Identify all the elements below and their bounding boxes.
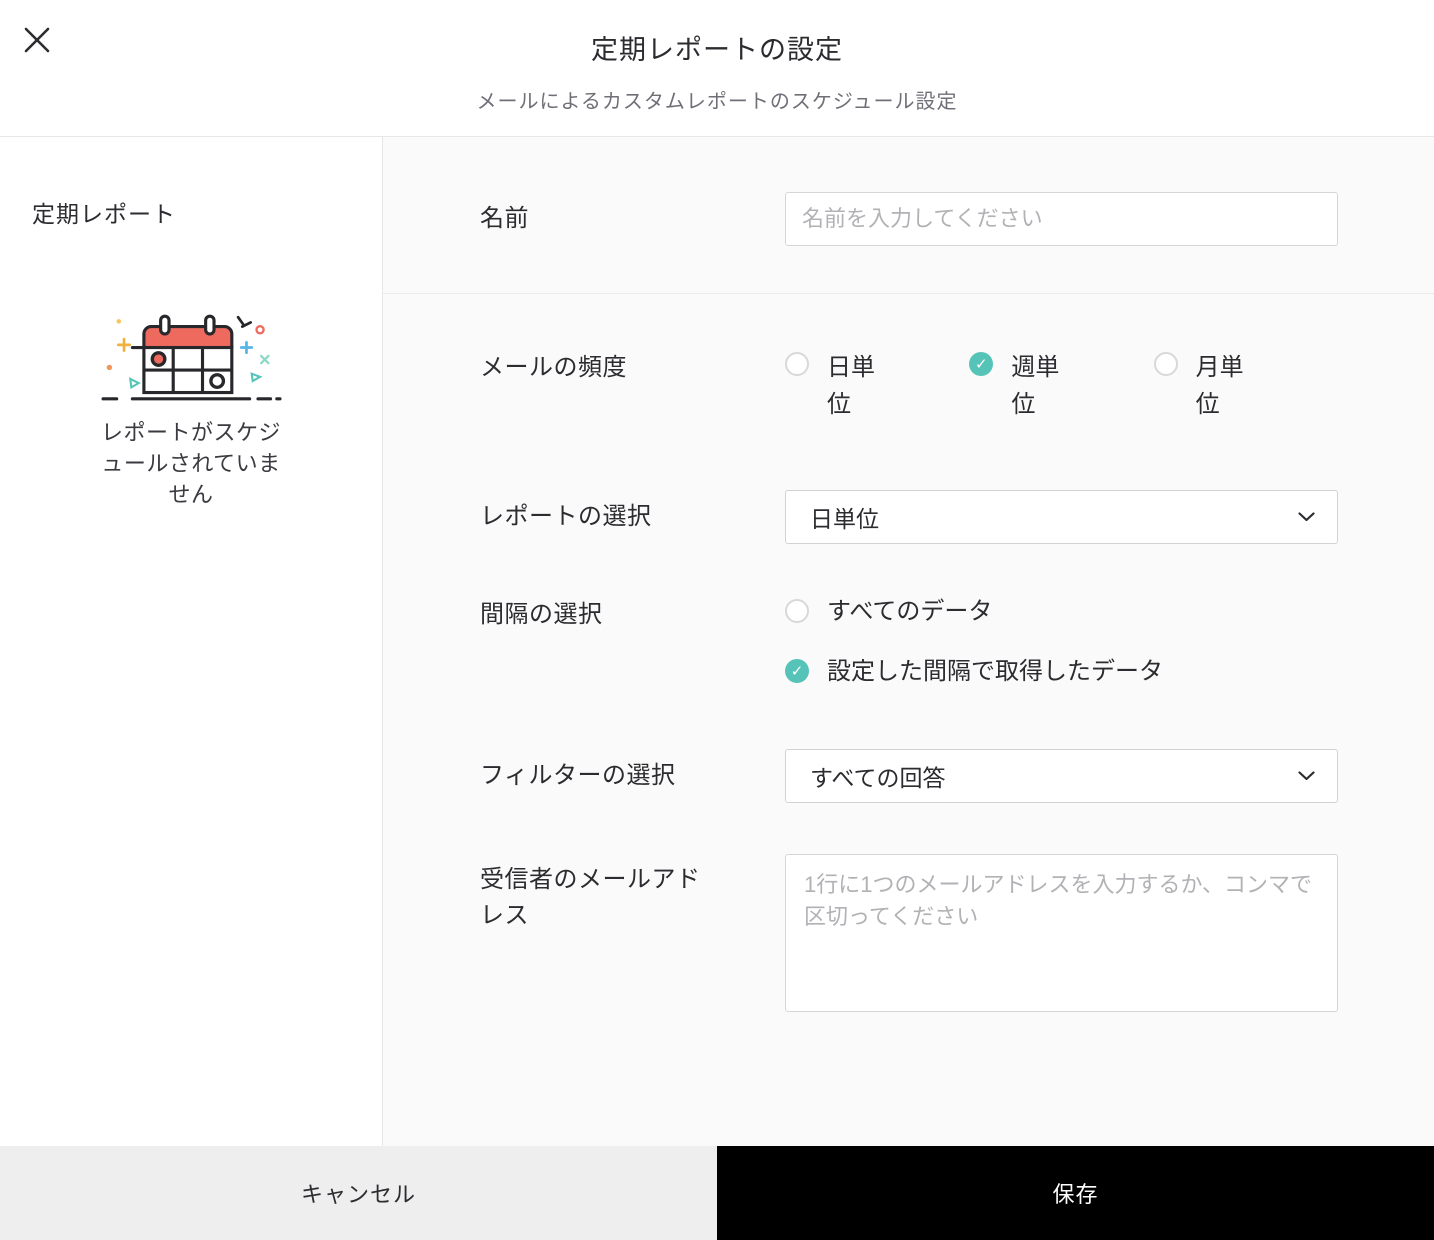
email-frequency-row: メールの頻度 日単位 ✓ 週単位 月単位	[383, 349, 1434, 423]
frequency-option-monthly[interactable]: 月単位	[1153, 349, 1338, 423]
empty-state: レポートがスケジュールされていません	[0, 313, 382, 510]
email-frequency-label: メールの頻度	[480, 354, 627, 381]
recipients-row: 受信者のメールアドレス	[383, 854, 1434, 1017]
dialog-body: 定期レポート レポートがスケジュールされていません 名前 名前を入力してください…	[0, 137, 1434, 1146]
save-button[interactable]: 保存	[717, 1146, 1434, 1240]
radio-unchecked-icon[interactable]	[1153, 352, 1178, 376]
filter-select[interactable]: すべての回答	[785, 749, 1338, 803]
interval-select-label: 間隔の選択	[480, 601, 603, 628]
radio-checked-icon[interactable]: ✓	[969, 352, 994, 376]
recipients-label: 受信者のメールアドレス	[480, 866, 701, 929]
name-label: 名前	[480, 205, 529, 232]
report-select-label: レポートの選択	[480, 503, 652, 530]
name-input[interactable]	[785, 192, 1338, 246]
dialog-subtitle: メールによるカスタムレポートのスケジュール設定	[476, 91, 958, 113]
dialog-footer: キャンセル 保存	[0, 1146, 1434, 1240]
cancel-button[interactable]: キャンセル	[0, 1146, 717, 1240]
dialog-title: 定期レポートの設定	[591, 35, 843, 65]
filter-select-value: すべての回答	[810, 765, 946, 791]
sidebar-title: 定期レポート	[32, 201, 176, 227]
radio-checked-icon[interactable]: ✓	[785, 659, 809, 683]
report-select-value: 日単位	[810, 506, 879, 532]
interval-radio-group: すべてのデータ ✓ 設定した間隔で取得したデータ	[785, 597, 1338, 687]
scheduled-report-settings-dialog: 定期レポートの設定 メールによるカスタムレポートのスケジュール設定 定期レポート	[0, 0, 1434, 1240]
interval-option-range-data[interactable]: ✓ 設定した間隔で取得したデータ	[785, 657, 1338, 687]
chevron-down-icon	[1298, 771, 1315, 781]
interval-option-all-data[interactable]: すべてのデータ	[785, 597, 1338, 627]
report-settings-form: 名前 メールの頻度 日単位 ✓ 週単位	[383, 137, 1434, 1146]
frequency-option-daily[interactable]: 日単位	[785, 349, 969, 423]
filter-select-row: フィルターの選択 すべての回答	[383, 749, 1434, 803]
interval-select-row: 間隔の選択 すべてのデータ ✓ 設定した間隔で取得したデータ	[383, 597, 1434, 687]
radio-unchecked-icon[interactable]	[785, 599, 809, 623]
close-icon[interactable]	[22, 24, 54, 56]
empty-state-message: レポートがスケジュールされていません	[100, 420, 281, 507]
frequency-option-weekly[interactable]: ✓ 週単位	[969, 349, 1153, 423]
radio-unchecked-icon[interactable]	[785, 352, 809, 376]
chevron-down-icon	[1298, 512, 1315, 522]
name-row: 名前	[383, 192, 1434, 246]
report-list-sidebar: 定期レポート レポートがスケジュールされていません	[0, 137, 383, 1146]
frequency-radio-group: 日単位 ✓ 週単位 月単位	[785, 349, 1338, 423]
dialog-header: 定期レポートの設定 メールによるカスタムレポートのスケジュール設定	[0, 0, 1434, 137]
calendar-illustration-icon	[101, 314, 282, 401]
report-select-row: レポートの選択 日単位	[383, 490, 1434, 544]
report-select[interactable]: 日単位	[785, 490, 1338, 544]
section-divider	[383, 293, 1434, 294]
recipients-textarea[interactable]	[785, 854, 1338, 1012]
close-x-icon	[24, 27, 50, 53]
filter-select-label: フィルターの選択	[480, 762, 676, 789]
